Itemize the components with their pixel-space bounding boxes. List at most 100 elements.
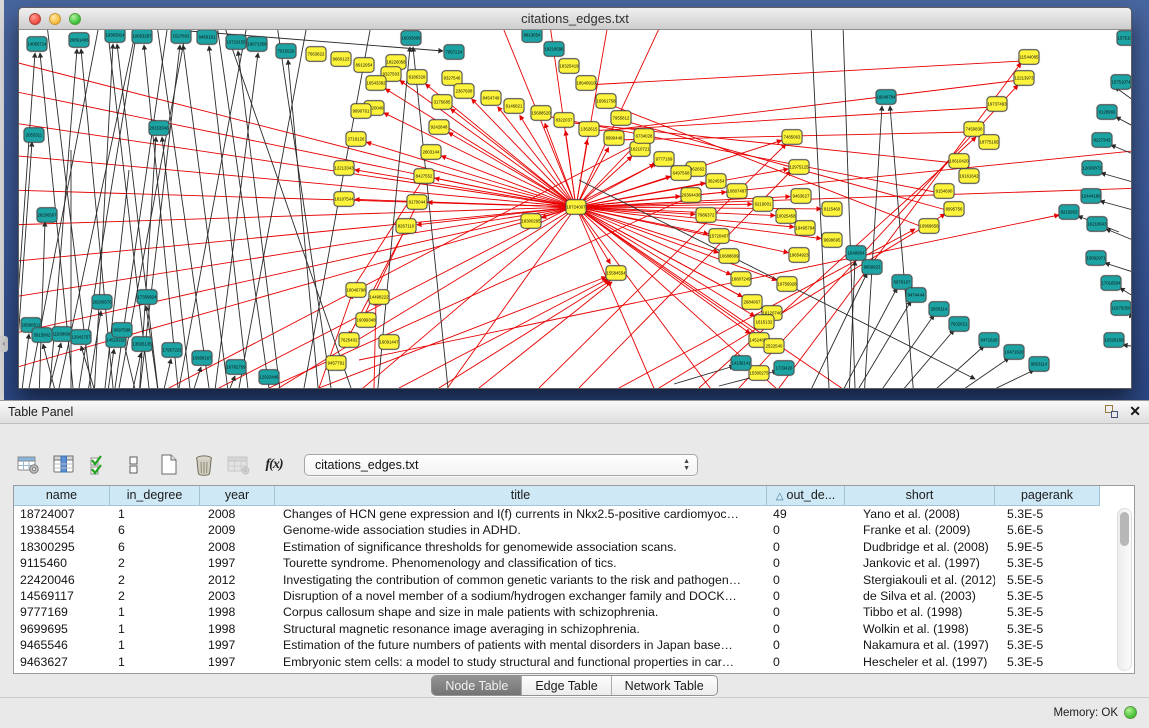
table-cell[interactable]: Yano et al. (2008)	[845, 506, 995, 522]
table-cell[interactable]: 5.3E-5	[995, 555, 1100, 571]
float-window-icon[interactable]	[1104, 404, 1119, 418]
table-cell[interactable]: 19384554	[14, 522, 110, 538]
graph-edge-black[interactable]	[21, 334, 29, 388]
graph-edge-red[interactable]	[619, 80, 1020, 129]
table-settings-icon[interactable]	[16, 453, 42, 477]
table-cell[interactable]: de Silva et al. (2003)	[845, 588, 995, 604]
vertical-scrollbar[interactable]	[1117, 508, 1132, 671]
new-document-icon[interactable]	[156, 453, 182, 477]
function-builder-icon[interactable]: f(x)	[261, 453, 287, 477]
table-cell[interactable]: Genome-wide association studies in ADHD.	[275, 522, 767, 538]
minimize-window-button[interactable]	[49, 13, 61, 25]
table-cell[interactable]: Embryonic stem cells: a model to study s…	[275, 654, 767, 670]
graph-edge-black[interactable]	[191, 367, 201, 388]
table-cell[interactable]: 5.3E-5	[995, 637, 1100, 653]
graph-edge-black[interactable]	[39, 222, 45, 388]
table-cell[interactable]: Dudbridge et al. (2008)	[845, 539, 995, 555]
table-cell[interactable]: 9115460	[14, 555, 110, 571]
graph-edge-black[interactable]	[1105, 263, 1131, 272]
table-row[interactable]: 1456911722003Disruption of a novel membe…	[14, 588, 1134, 604]
graph-edge-black[interactable]	[843, 30, 855, 388]
network-svg[interactable]: 1405571420891406193839141065328715276029…	[19, 30, 1131, 388]
table-cell[interactable]: Changes of HCN gene expression and I(f) …	[275, 506, 767, 522]
table-cell[interactable]: 5.3E-5	[995, 621, 1100, 637]
network-canvas[interactable]: 1405571420891406193839141065328715276029…	[19, 30, 1131, 388]
table-cell[interactable]: 0	[767, 621, 845, 637]
graph-edge-red[interactable]	[576, 207, 719, 388]
tab-edge-table[interactable]: Edge Table	[522, 676, 611, 695]
checklist-icon[interactable]	[86, 453, 112, 477]
table-cell[interactable]: 1998	[200, 621, 275, 637]
network-window[interactable]: citations_edges.txt 14055714208914061938…	[18, 7, 1132, 389]
table-cell[interactable]: Disruption of a novel member of a sodium…	[275, 588, 767, 604]
graph-edge-red[interactable]	[659, 214, 945, 388]
table-cell[interactable]: 2	[110, 572, 200, 588]
graph-edge-black[interactable]	[1100, 201, 1131, 210]
table-cell[interactable]: 1997	[200, 654, 275, 670]
table-cell[interactable]: 5.3E-5	[995, 604, 1100, 620]
table-cell[interactable]: Wolkin et al. (1998)	[845, 621, 995, 637]
table-cell[interactable]: Jankovic et al. (1997)	[845, 555, 995, 571]
table-cell[interactable]: 2	[110, 555, 200, 571]
panel-collapse-handle[interactable]: ‹	[0, 336, 8, 352]
table-cell[interactable]: 0	[767, 522, 845, 538]
graph-edge-red[interactable]	[586, 61, 1023, 85]
table-cell[interactable]: 5.6E-5	[995, 522, 1100, 538]
graph-edge-black[interactable]	[1106, 229, 1131, 240]
table-cell[interactable]: 1	[110, 604, 200, 620]
graph-edge-black[interactable]	[1116, 117, 1131, 126]
table-cell[interactable]: 2008	[200, 539, 275, 555]
table-cell[interactable]: 9777169	[14, 604, 110, 620]
table-row[interactable]: 946362711997Embryonic stem cells: a mode…	[14, 654, 1134, 670]
table-cell[interactable]: Investigating the contribution of common…	[275, 572, 767, 588]
column-header-name[interactable]: name	[14, 486, 110, 506]
column-header-pagerank[interactable]: pagerank	[995, 486, 1100, 506]
table-cell[interactable]: 2012	[200, 572, 275, 588]
table-cell[interactable]: 9699695	[14, 621, 110, 637]
table-cell[interactable]: 0	[767, 539, 845, 555]
trash-icon[interactable]	[191, 453, 217, 477]
table-cell[interactable]: 6	[110, 539, 200, 555]
table-row[interactable]: 969969511998Structural magnetic resonanc…	[14, 621, 1134, 637]
table-cell[interactable]: Tibbo et al. (1998)	[845, 604, 995, 620]
table-row[interactable]: 911546021997Tourette syndrome. Phenomeno…	[14, 555, 1134, 571]
graph-edge-red[interactable]	[576, 30, 609, 207]
table-cell[interactable]: 1998	[200, 604, 275, 620]
table-cell[interactable]: 9463627	[14, 654, 110, 670]
table-cell[interactable]: 1	[110, 621, 200, 637]
table-cell[interactable]: 22420046	[14, 572, 110, 588]
graph-edge-black[interactable]	[131, 353, 141, 388]
table-selector[interactable]: citations_edges.txt ▲▼	[304, 454, 698, 476]
table-row[interactable]: 1938455462009Genome-wide association stu…	[14, 522, 1134, 538]
table-cell[interactable]: Nakamura et al. (1997)	[845, 637, 995, 653]
graph-edge-black[interactable]	[214, 53, 258, 388]
graph-edge-black[interactable]	[896, 330, 954, 388]
table-cell[interactable]: 18724007	[14, 506, 110, 522]
graph-edge-black[interactable]	[1120, 288, 1131, 296]
close-panel-icon[interactable]: ✕	[1129, 404, 1141, 418]
show-column-icon[interactable]	[51, 453, 77, 477]
graph-edge-black[interactable]	[217, 30, 269, 388]
table-row[interactable]: 1872400712008Changes of HCN gene express…	[14, 506, 1134, 522]
table-cell[interactable]: 0	[767, 572, 845, 588]
close-window-button[interactable]	[29, 13, 41, 25]
graph-edge-red[interactable]	[699, 137, 976, 388]
table-cell[interactable]: 5.5E-5	[995, 572, 1100, 588]
column-header-title[interactable]: title	[275, 486, 767, 506]
table-cell[interactable]: 1	[110, 506, 200, 522]
table-cell[interactable]: Estimation of significance thresholds fo…	[275, 539, 767, 555]
graph-edge-black[interactable]	[47, 343, 61, 388]
table-cell[interactable]: 18300295	[14, 539, 110, 555]
table-cell[interactable]: 5.3E-5	[995, 654, 1100, 670]
table-cell[interactable]: 0	[767, 637, 845, 653]
graph-edge-red[interactable]	[439, 281, 610, 388]
graph-edge-black[interactable]	[209, 46, 249, 388]
graph-edge-red[interactable]	[576, 156, 632, 207]
table-cell[interactable]: 0	[767, 555, 845, 571]
table-cell[interactable]: 2003	[200, 588, 275, 604]
graph-edge-red[interactable]	[19, 207, 576, 335]
table-panel-header[interactable]: Table Panel ✕	[0, 401, 1149, 424]
graph-edge-black[interactable]	[162, 359, 171, 388]
graph-edge-red[interactable]	[219, 163, 657, 388]
column-header-in_degree[interactable]: in_degree	[110, 486, 200, 506]
